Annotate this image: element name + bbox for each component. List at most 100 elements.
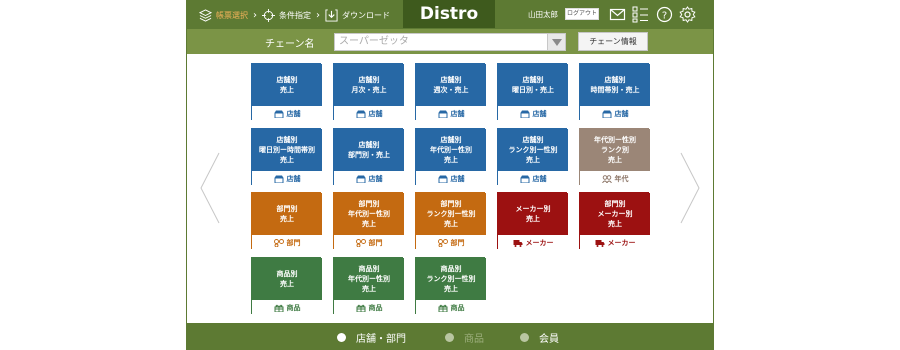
breadcrumb-report-select[interactable]: 帳票選択: [199, 8, 248, 22]
prev-page-arrow-icon[interactable]: [199, 152, 221, 224]
report-tile[interactable]: 商品別 売上 商品: [251, 257, 322, 315]
store-icon: [274, 175, 283, 183]
report-tile[interactable]: 部門別 メーカー別 売上 メーカー: [579, 192, 650, 250]
user-name: 山田太郎: [528, 10, 558, 19]
report-tile[interactable]: 店舗別 売上店舗: [251, 63, 322, 121]
report-tile-category: 店舗: [416, 171, 486, 186]
report-tile-title: 店舗別 曜日別・売上: [498, 64, 568, 106]
report-tile-title-text: 部門別 ランク別ー性別 売上: [426, 200, 476, 228]
report-tile-title: 商品別 ランク別ー性別 売上: [416, 258, 486, 300]
report-tile-category-label: 店舗: [368, 109, 383, 118]
page-indicator-bar: 店舗・部門 商品 会員: [187, 323, 713, 350]
report-tile-title-text: 店舗別 曜日別・売上: [512, 76, 554, 94]
chevron-down-icon: [547, 34, 565, 50]
page-dot: [445, 333, 454, 342]
app-frame: 帳票選択 › 条件指定 › ダウンロード Distro 山田太郎 ログアウト ?…: [186, 0, 714, 350]
mail-icon[interactable]: [609, 6, 626, 23]
top-bar: 帳票選択 › 条件指定 › ダウンロード Distro 山田太郎 ログアウト ?: [187, 0, 713, 29]
report-tile-category: メーカー: [580, 235, 650, 250]
download-icon: [325, 8, 338, 22]
page-tab-product[interactable]: 商品: [445, 330, 484, 345]
report-tile[interactable]: 店舗別 月次・売上店舗: [333, 63, 404, 121]
report-tile-title: 店舗別 月次・売上: [334, 64, 404, 106]
report-tile-category: 店舗: [334, 171, 404, 186]
people-icon: [601, 174, 612, 183]
next-page-arrow-icon[interactable]: [679, 152, 701, 224]
crosshair-icon: [262, 8, 275, 22]
report-tile-title: 店舗別 売上: [252, 64, 322, 106]
report-tile[interactable]: 年代別ー性別 ランク別 売上年代: [579, 128, 650, 186]
report-tile-title-text: メーカー別 売上: [515, 205, 551, 223]
breadcrumb-conditions[interactable]: 条件指定: [262, 8, 311, 22]
chain-info-button[interactable]: チェーン情報: [578, 32, 648, 51]
department-icon: [437, 238, 448, 247]
report-tile[interactable]: 商品別 年代別ー性別 売上商品: [333, 257, 404, 315]
gear-icon[interactable]: [679, 6, 696, 23]
store-icon: [520, 110, 529, 118]
report-tile-title: 店舗別 時間帯別・売上: [580, 64, 650, 106]
report-tile-category: 店舗: [252, 171, 322, 186]
breadcrumb-download[interactable]: ダウンロード: [325, 8, 390, 22]
page-dot: [520, 333, 529, 342]
chain-bar: チェーン名 スーパーゼッタ チェーン情報: [187, 29, 713, 54]
page-tab-member[interactable]: 会員: [520, 330, 559, 345]
chevron-right-icon: ›: [253, 9, 257, 21]
report-tile[interactable]: 店舗別 曜日別ー時間帯別 売上店舗: [251, 128, 322, 186]
report-tile-category: メーカー: [498, 235, 568, 250]
store-icon: [520, 175, 529, 183]
gift-icon: [274, 304, 283, 312]
report-tile-title-text: 商品別 年代別ー性別 売上: [348, 265, 390, 293]
report-tile-category-label: 商品: [368, 303, 383, 312]
department-icon: [355, 238, 366, 247]
report-tile-category-label: 店舗: [286, 109, 301, 118]
chevron-right-icon: ›: [316, 9, 320, 21]
chain-label: チェーン名: [265, 39, 315, 50]
truck-icon: [513, 239, 522, 247]
report-tile-category-label: 年代: [614, 174, 629, 183]
report-tile[interactable]: 店舗別 ランク別ー性別 売上 店舗: [497, 128, 568, 186]
breadcrumb-label: 帳票選択: [216, 10, 248, 20]
report-tile-category-label: 部門: [286, 238, 301, 247]
report-tile-category: 部門: [416, 235, 486, 250]
report-tile[interactable]: 店舗別 週次・売上 店舗: [415, 63, 486, 121]
report-tile-title: 部門別 売上: [252, 193, 322, 235]
list-icon[interactable]: [632, 6, 649, 23]
report-tile-title-text: 年代別ー性別 ランク別 売上: [594, 136, 636, 164]
store-icon: [356, 175, 365, 183]
page-dot: [337, 333, 346, 342]
report-tile[interactable]: 部門別 年代別ー性別 売上 部門: [333, 192, 404, 250]
report-tile-title-text: 店舗別 曜日別ー時間帯別 売上: [259, 136, 315, 164]
report-tile-title: 商品別 年代別ー性別 売上: [334, 258, 404, 300]
report-tile[interactable]: 店舗別 曜日別・売上 店舗: [497, 63, 568, 121]
report-tile[interactable]: メーカー別 売上メーカー: [497, 192, 568, 250]
report-tile[interactable]: 部門別 売上部門: [251, 192, 322, 250]
report-tile-title-text: 商品別 売上: [276, 270, 298, 288]
report-tile-category-label: 店舗: [450, 174, 465, 183]
report-tile-title-text: 部門別 年代別ー性別 売上: [348, 200, 390, 228]
page-tab-store-dept[interactable]: 店舗・部門: [337, 330, 406, 345]
app-logo: Distro: [403, 0, 495, 28]
report-tile-category: 店舗: [498, 171, 568, 186]
store-icon: [602, 110, 611, 118]
report-tile[interactable]: 店舗別 時間帯別・売上 店舗: [579, 63, 650, 121]
report-tile[interactable]: 店舗別 部門別・売上 店舗: [333, 128, 404, 186]
logout-button[interactable]: ログアウト: [565, 8, 599, 20]
report-tile[interactable]: 店舗別 年代別ー性別 売上 店舗: [415, 128, 486, 186]
report-tile-category-label: 店舗: [286, 174, 301, 183]
store-icon: [274, 110, 283, 118]
chain-select[interactable]: スーパーゼッタ: [334, 33, 566, 51]
store-icon: [438, 175, 447, 183]
help-icon[interactable]: ?: [656, 6, 673, 23]
report-tile[interactable]: 部門別 ランク別ー性別 売上部門: [415, 192, 486, 250]
page-tab-label: 店舗・部門: [356, 334, 406, 345]
report-tile-category: 商品: [334, 300, 404, 315]
report-tile-title: 店舗別 部門別・売上: [334, 129, 404, 171]
report-tile-grid: 店舗別 売上 店舗 店舗別 月次・売上 店舗 店舗別 週次・売上 店舗 店舗別 曜日別・売上 店舗 店舗…: [251, 63, 650, 315]
report-tile-title-text: 店舗別 売上: [276, 76, 298, 94]
store-icon: [356, 110, 365, 118]
gift-icon: [356, 304, 365, 312]
breadcrumb: 帳票選択 › 条件指定 › ダウンロード: [199, 6, 390, 24]
report-tile[interactable]: 商品別 ランク別ー性別 売上商品: [415, 257, 486, 315]
report-tile-category-label: 商品: [450, 303, 465, 312]
truck-icon: [595, 239, 604, 247]
